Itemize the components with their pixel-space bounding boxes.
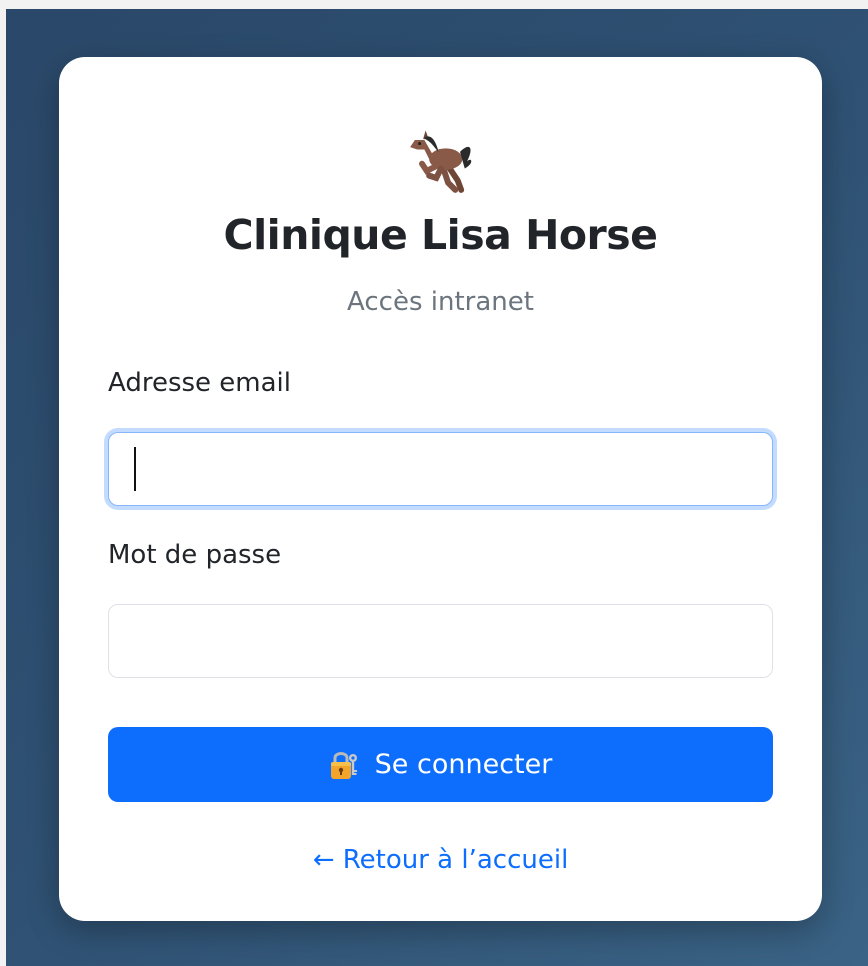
- email-field[interactable]: [108, 432, 773, 506]
- login-button[interactable]: Se connecter: [108, 727, 773, 802]
- login-card: Clinique Lisa Horse Accès intranet Adres…: [59, 57, 822, 921]
- back-to-home-link[interactable]: ← Retour à l’accueil: [59, 842, 822, 878]
- password-label: Mot de passe: [108, 540, 282, 570]
- page-title: Clinique Lisa Horse: [223, 211, 659, 259]
- login-button-label: Se connecter: [374, 749, 553, 780]
- brand-logo: [59, 121, 822, 197]
- lock-with-key-icon: [330, 751, 357, 779]
- text-cursor: [134, 447, 136, 491]
- email-label: Adresse email: [108, 368, 292, 398]
- horse-icon: [409, 130, 471, 193]
- page-subtitle: Accès intranet: [347, 287, 534, 317]
- password-field[interactable]: [108, 604, 773, 678]
- page-background: Clinique Lisa Horse Accès intranet Adres…: [6, 9, 868, 966]
